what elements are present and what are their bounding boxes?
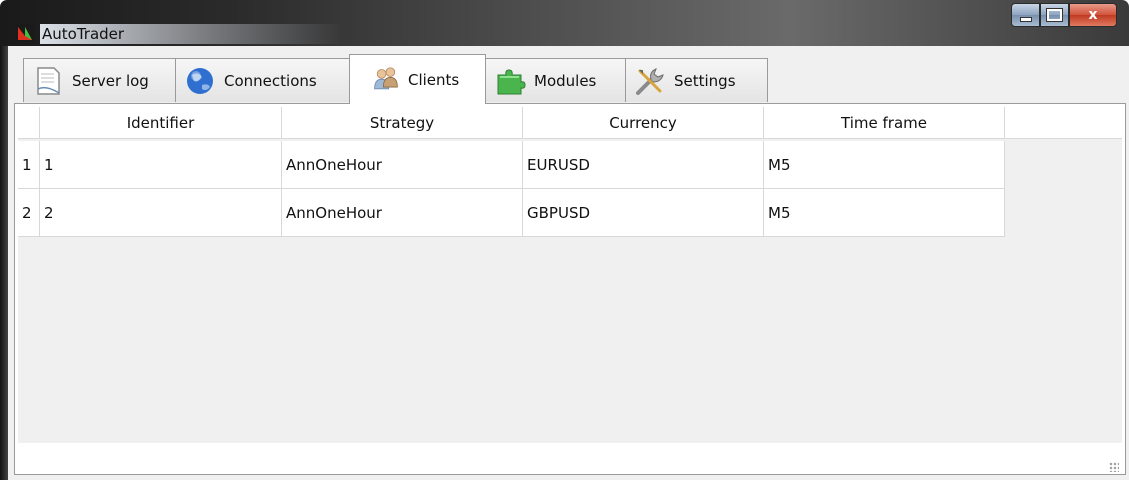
puzzle-icon bbox=[497, 68, 526, 94]
tab-bar: Server log Connections Clients Modules S… bbox=[15, 54, 1125, 104]
globe-icon bbox=[187, 67, 213, 94]
tab-clients[interactable]: Clients bbox=[349, 54, 486, 104]
table-cell[interactable]: AnnOneHour bbox=[282, 141, 523, 189]
window-left-border bbox=[0, 46, 8, 480]
tab-server-log[interactable]: Server log bbox=[23, 58, 176, 102]
minimize-button[interactable] bbox=[1011, 3, 1040, 27]
resize-grip-icon[interactable] bbox=[1109, 462, 1119, 472]
tab-label: Modules bbox=[534, 71, 597, 90]
table-empty-area bbox=[18, 237, 1122, 443]
column-header-time-frame[interactable]: Time frame bbox=[764, 107, 1005, 139]
title-bar[interactable]: AutoTrader x bbox=[0, 0, 1129, 46]
tab-label: Connections bbox=[224, 71, 317, 90]
minimize-icon bbox=[1019, 16, 1032, 22]
app-logo-icon bbox=[16, 24, 34, 42]
clients-table: Identifier Strategy Currency Time frame … bbox=[18, 107, 1122, 443]
tab-modules[interactable]: Modules bbox=[485, 58, 626, 102]
tab-label: Settings bbox=[674, 71, 736, 90]
table-cell[interactable]: 1 bbox=[40, 141, 282, 189]
users-icon bbox=[374, 66, 398, 89]
tools-icon bbox=[636, 67, 664, 95]
close-button[interactable]: x bbox=[1069, 3, 1117, 27]
column-header-filler bbox=[1005, 107, 1122, 139]
table-cell[interactable]: EURUSD bbox=[523, 141, 764, 189]
table-cell[interactable]: GBPUSD bbox=[523, 189, 764, 237]
table-cell[interactable]: 2 bbox=[40, 189, 282, 237]
window-title: AutoTrader bbox=[40, 24, 342, 44]
row-header[interactable]: 1 bbox=[18, 141, 40, 189]
tab-connections[interactable]: Connections bbox=[175, 58, 350, 102]
window-controls: x bbox=[1011, 3, 1117, 27]
row-header[interactable]: 2 bbox=[18, 189, 40, 237]
column-header-strategy[interactable]: Strategy bbox=[282, 107, 523, 139]
table-cell[interactable]: M5 bbox=[764, 141, 1005, 189]
document-icon bbox=[37, 66, 60, 95]
table-cell[interactable]: M5 bbox=[764, 189, 1005, 237]
close-icon: x bbox=[1088, 7, 1098, 23]
table-corner[interactable] bbox=[18, 107, 40, 139]
tab-label: Clients bbox=[408, 70, 460, 89]
column-header-identifier[interactable]: Identifier bbox=[40, 107, 282, 139]
tab-label: Server log bbox=[72, 71, 149, 90]
app-window: AutoTrader x Server log Connections Clie… bbox=[0, 0, 1129, 480]
maximize-icon bbox=[1046, 8, 1063, 22]
table-cell[interactable]: AnnOneHour bbox=[282, 189, 523, 237]
column-header-currency[interactable]: Currency bbox=[523, 107, 764, 139]
tab-settings[interactable]: Settings bbox=[625, 58, 768, 102]
maximize-button[interactable] bbox=[1040, 3, 1069, 27]
